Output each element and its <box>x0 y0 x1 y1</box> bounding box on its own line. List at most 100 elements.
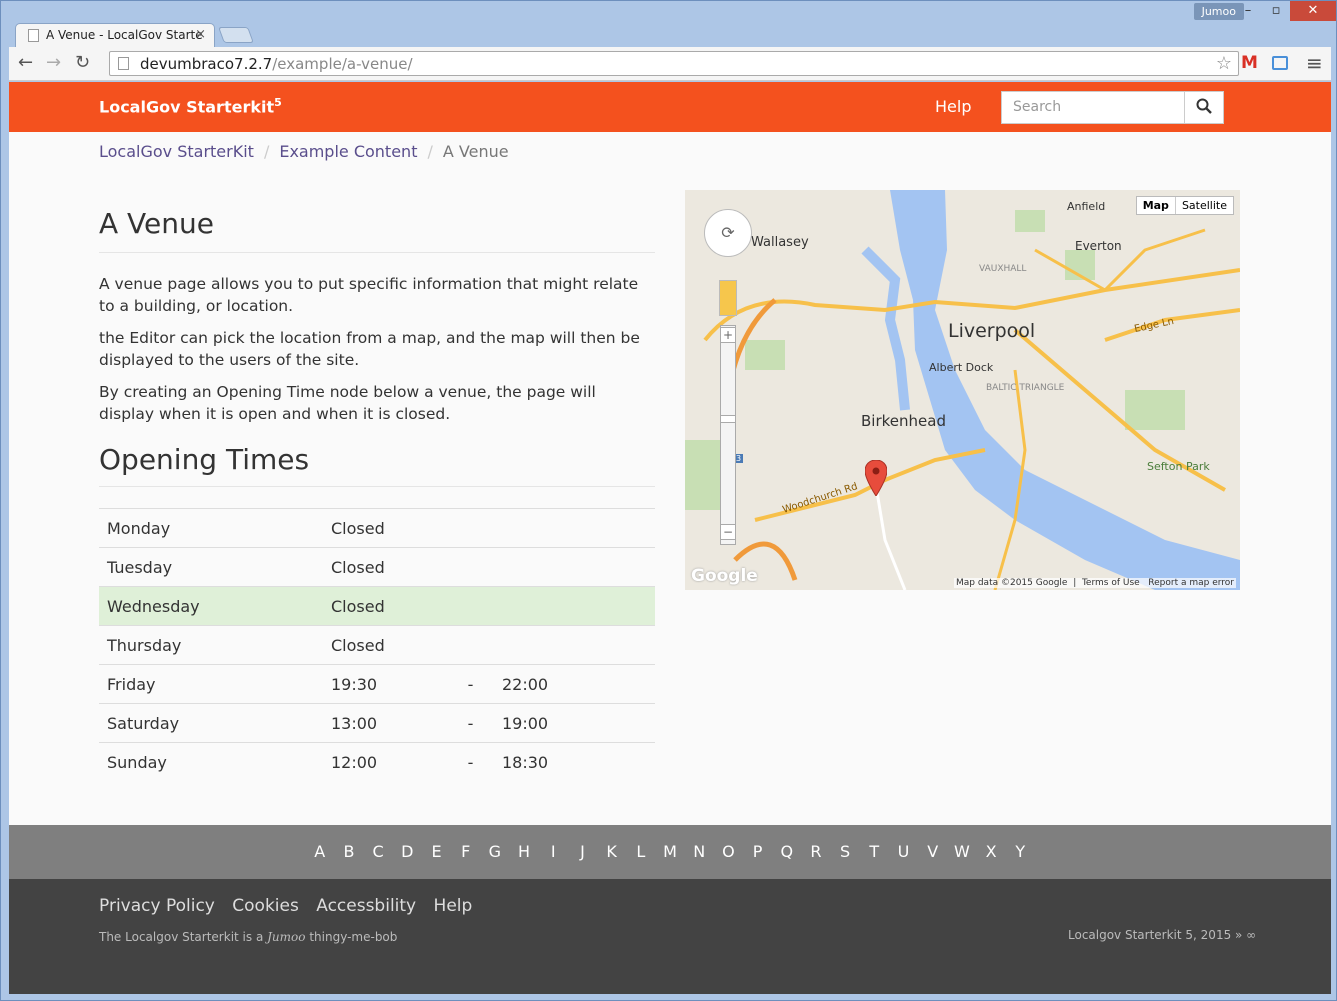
jumoo-logo[interactable]: Jumoo <box>267 930 305 944</box>
window-controls: – ▫ ✕ <box>1234 1 1336 23</box>
az-letter-link[interactable]: J <box>568 842 597 861</box>
minimize-button[interactable]: – <box>1234 1 1262 21</box>
close-time-cell <box>494 508 655 548</box>
map-zoom-in-button[interactable]: + <box>720 327 736 343</box>
map-zoom-out-button[interactable]: − <box>720 524 736 540</box>
close-window-button[interactable]: ✕ <box>1290 1 1336 21</box>
open-time-cell: Closed <box>323 586 447 626</box>
az-letter-link[interactable]: R <box>801 842 830 861</box>
table-row: Monday Closed <box>99 508 655 548</box>
nav-help-link[interactable]: Help <box>935 97 971 116</box>
venue-map[interactable]: Wallasey Liverpool Birkenhead Everton An… <box>685 190 1240 590</box>
az-letter-link[interactable]: B <box>334 842 363 861</box>
intro-paragraph: By creating an Opening Time node below a… <box>99 383 596 423</box>
dash-cell: - <box>447 703 494 743</box>
google-logo: Google <box>691 566 758 586</box>
extension-icon[interactable] <box>1272 56 1288 70</box>
map-report-link[interactable]: Report a map error <box>1148 578 1234 588</box>
map-type-map-button[interactable]: Map <box>1137 197 1176 214</box>
map-zoom-slider[interactable] <box>720 325 736 545</box>
footer-links: Privacy Policy Cookies Accessbility Help <box>99 896 484 916</box>
forward-icon[interactable]: → <box>46 52 61 73</box>
map-marker-icon[interactable] <box>865 460 887 496</box>
az-letter-link[interactable]: T <box>860 842 889 861</box>
az-letter-link[interactable]: Q <box>772 842 801 861</box>
tab-title: A Venue - LocalGov Starte <box>46 28 203 42</box>
maximize-button[interactable]: ▫ <box>1262 1 1290 21</box>
az-letter-link[interactable]: W <box>947 842 976 861</box>
footer-link-cookies[interactable]: Cookies <box>232 896 299 916</box>
open-time-cell: Closed <box>323 508 447 548</box>
close-time-cell <box>494 547 655 587</box>
gmail-icon[interactable]: M <box>1241 53 1258 73</box>
map-terms-link[interactable]: Terms of Use <box>1082 578 1140 588</box>
back-icon[interactable]: ← <box>18 52 33 73</box>
breadcrumb-separator: / <box>427 142 433 161</box>
open-time-cell: Closed <box>323 547 447 587</box>
az-letter-link[interactable]: O <box>714 842 743 861</box>
address-bar[interactable]: devumbraco7.2.7/example/a-venue/ ☆ <box>109 51 1239 76</box>
page-icon <box>118 57 129 70</box>
map-pan-control[interactable]: ⟳ <box>704 209 752 257</box>
day-cell: Friday <box>99 664 323 704</box>
breadcrumb-home[interactable]: LocalGov StarterKit <box>99 142 254 161</box>
az-letter-link[interactable]: X <box>976 842 1005 861</box>
day-cell: Saturday <box>99 703 323 743</box>
az-letter-link[interactable]: C <box>364 842 393 861</box>
footer-link-privacy[interactable]: Privacy Policy <box>99 896 215 916</box>
web-page: LocalGov Starterkit5 Help Search LocalGo… <box>9 82 1331 994</box>
close-time-cell <box>494 625 655 665</box>
az-letter-link[interactable]: U <box>889 842 918 861</box>
dash-cell: - <box>447 742 494 782</box>
az-letter-link[interactable]: E <box>422 842 451 861</box>
street-view-pegman-icon[interactable] <box>719 280 737 316</box>
az-letter-link[interactable]: A <box>305 842 334 861</box>
footer-link-accessibility[interactable]: Accessbility <box>316 896 416 916</box>
url-path: /example/a-venue/ <box>272 55 413 73</box>
tab-close-icon[interactable]: × <box>195 27 206 42</box>
browser-window: A Venue - LocalGov Starte × Jumoo – ▫ ✕ … <box>0 0 1337 1001</box>
az-letter-link[interactable]: G <box>480 842 509 861</box>
new-tab-button[interactable] <box>218 27 254 43</box>
chrome-menu-icon[interactable]: ≡ <box>1306 51 1323 75</box>
breadcrumb: LocalGov StarterKit / Example Content / A Ve… <box>99 142 509 161</box>
page-title: A Venue <box>99 207 655 253</box>
bookmark-star-icon[interactable]: ☆ <box>1216 53 1232 74</box>
breadcrumb-separator: / <box>263 142 270 161</box>
search-input[interactable]: Search <box>1001 91 1185 124</box>
day-cell: Thursday <box>99 625 323 665</box>
footer-link-help[interactable]: Help <box>434 896 473 916</box>
map-zoom-handle[interactable] <box>720 415 736 423</box>
browser-tab[interactable]: A Venue - LocalGov Starte × <box>15 23 215 47</box>
az-letter-link[interactable]: I <box>539 842 568 861</box>
az-letter-link[interactable]: L <box>626 842 655 861</box>
az-letter-link[interactable]: H <box>509 842 538 861</box>
close-time-cell: 18:30 <box>494 742 655 782</box>
opening-times-heading: Opening Times <box>99 443 655 487</box>
map-type-satellite-button[interactable]: Satellite <box>1176 197 1233 214</box>
table-row: Friday 19:30-22:00 <box>99 664 655 704</box>
search-button[interactable] <box>1184 91 1224 124</box>
browser-toolbar: ← → ↻ devumbraco7.2.7/example/a-venue/ ☆… <box>9 47 1331 81</box>
url-host: devumbraco7.2.7 <box>140 55 273 73</box>
az-letter-link[interactable]: F <box>451 842 480 861</box>
az-letter-link[interactable]: S <box>831 842 860 861</box>
day-cell: Tuesday <box>99 547 323 587</box>
map-attribution: Map data ©2015 Google | Terms of Use Rep… <box>953 578 1236 588</box>
map-label-everton: Everton <box>1075 239 1122 253</box>
az-letter-link[interactable]: P <box>743 842 772 861</box>
az-letter-link[interactable]: V <box>918 842 947 861</box>
footer-tagline: The Localgov Starterkit is a Jumoo thing… <box>99 930 398 944</box>
az-letter-link[interactable]: M <box>655 842 684 861</box>
reload-icon[interactable]: ↻ <box>75 52 90 73</box>
breadcrumb-example[interactable]: Example Content <box>279 142 417 161</box>
table-row: Thursday Closed <box>99 625 655 665</box>
tab-strip: A Venue - LocalGov Starte × <box>9 21 709 47</box>
map-label-baltic: BALTIC TRIANGLE <box>986 383 1065 393</box>
az-letter-link[interactable]: Y <box>1006 842 1035 861</box>
az-letter-link[interactable]: K <box>597 842 626 861</box>
site-brand[interactable]: LocalGov Starterkit5 <box>99 96 282 116</box>
az-letter-link[interactable]: D <box>393 842 422 861</box>
az-letter-link[interactable]: N <box>685 842 714 861</box>
close-time-cell <box>494 586 655 626</box>
